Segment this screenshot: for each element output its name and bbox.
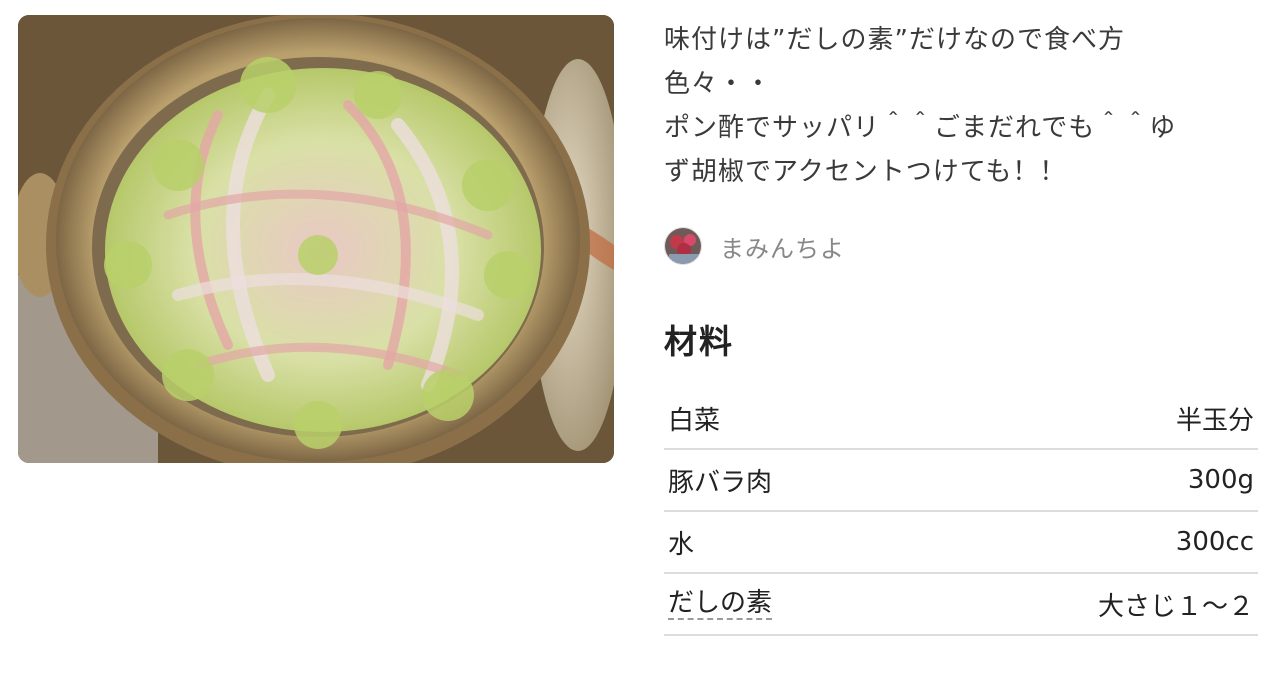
ingredient-name-link[interactable]: だしの素 [668, 588, 773, 620]
user-avatar-icon[interactable] [664, 227, 702, 265]
ingredient-name: 豚バラ肉 [668, 467, 773, 498]
author-link[interactable]: まみんちよ [664, 226, 1260, 266]
ingredient-amount: 300g [1187, 465, 1254, 495]
ingredient-row: 白菜 半玉分 [664, 388, 1258, 450]
ingredient-name: 水 [668, 529, 695, 560]
recipe-details: 味付けは”だしの素”だけなので食べ方 色々・・ ポン酢でサッパリ＾＾ごまだれでも… [664, 18, 1260, 636]
ingredient-row: だしの素 大さじ１〜２ [664, 574, 1258, 636]
ingredient-amount: 大さじ１〜２ [1097, 591, 1254, 622]
author-name[interactable]: まみんちよ [720, 229, 845, 264]
ingredient-row: 豚バラ肉 300g [664, 450, 1258, 512]
ingredients-title: 材料 [664, 322, 734, 361]
dish-photo-illustration [18, 15, 614, 463]
ingredient-name: 白菜 [668, 405, 721, 436]
recipe-description: 味付けは”だしの素”だけなので食べ方 色々・・ ポン酢でサッパリ＾＾ごまだれでも… [664, 25, 1177, 187]
ingredient-amount: 半玉分 [1175, 405, 1254, 436]
dish-photo [18, 15, 614, 463]
ingredients-list: 白菜 半玉分 豚バラ肉 300g 水 300cc だしの素 大さじ１〜２ [664, 388, 1258, 636]
ingredient-row: 水 300cc [664, 512, 1258, 574]
ingredient-amount: 300cc [1175, 527, 1254, 557]
